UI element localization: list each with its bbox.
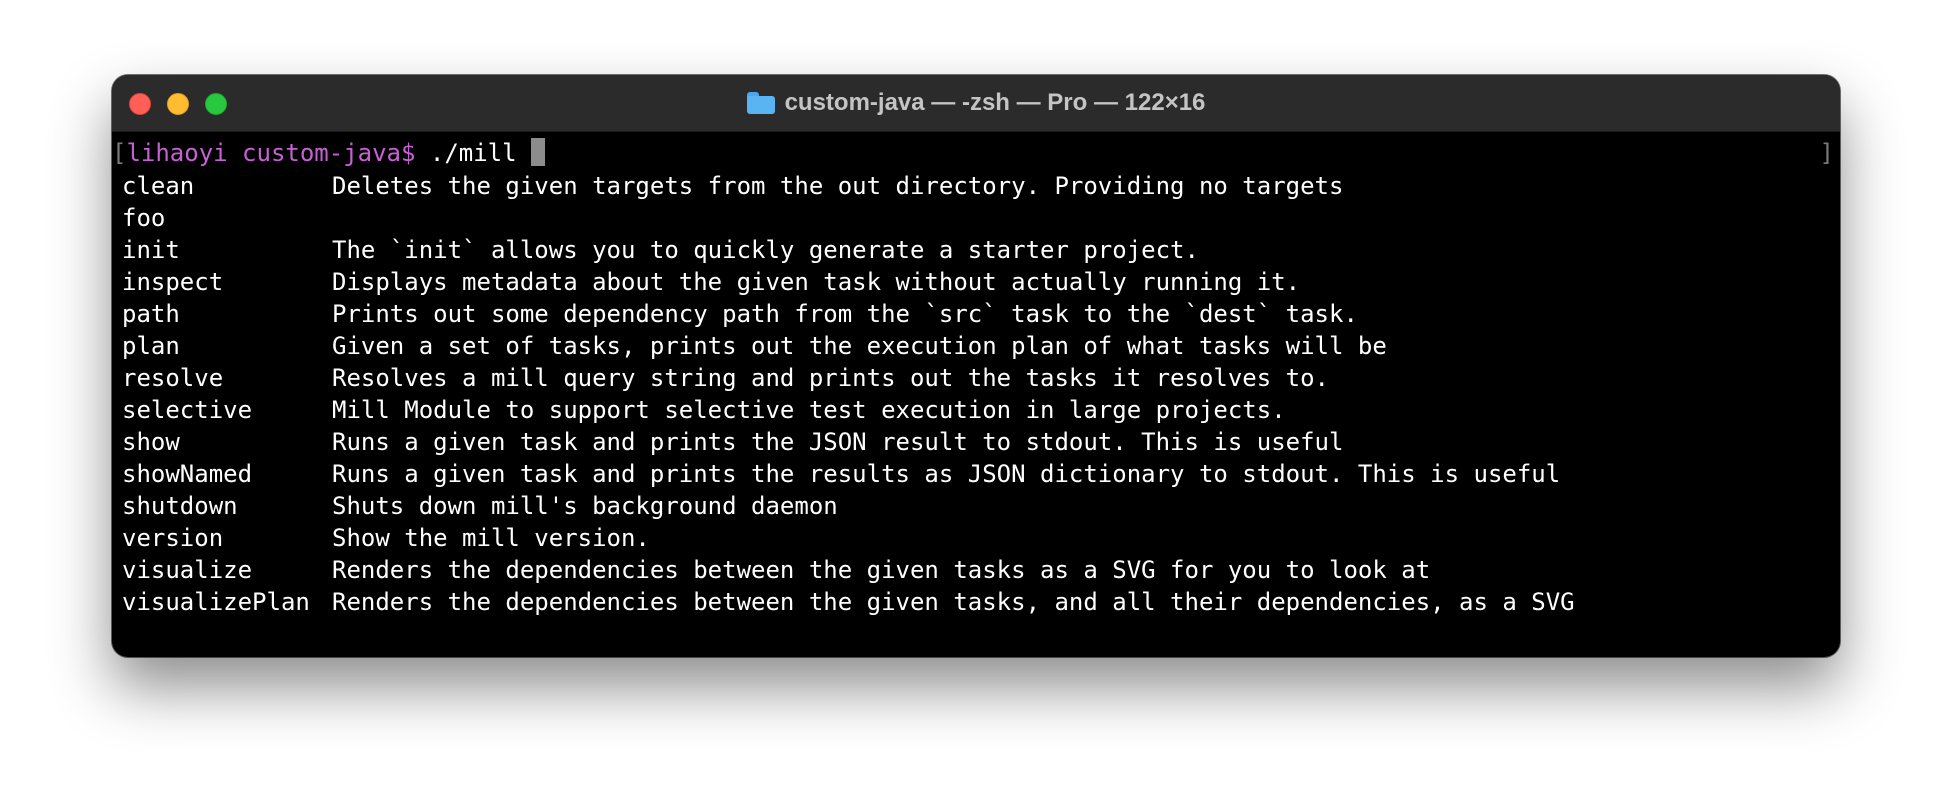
- window-title: custom-java — -zsh — Pro — 122×16: [784, 89, 1206, 116]
- completion-row: version Show the mill version.: [122, 522, 1575, 554]
- completion-command: resolve: [122, 364, 224, 392]
- completion-command: foo: [122, 204, 166, 232]
- completion-row: visualize Renders the dependencies betwee…: [122, 554, 1575, 586]
- completion-command: visualize: [122, 556, 253, 584]
- completion-command: selective: [122, 396, 253, 424]
- completion-row: showNamed Runs a given task and prints th…: [122, 458, 1575, 490]
- title-bar[interactable]: custom-java — -zsh — Pro — 122×16: [112, 75, 1840, 132]
- completion-description: Shuts down mill's background daemon: [332, 492, 838, 520]
- prompt-bracket-left: [: [112, 139, 127, 167]
- completion-row: plan Given a set of tasks, prints out the…: [122, 330, 1575, 362]
- typed-command: ./mill: [415, 139, 532, 167]
- completion-command: version: [122, 524, 224, 552]
- completion-description: Show the mill version.: [332, 524, 650, 552]
- completion-list: clean Deletes the given targets from the …: [122, 170, 1575, 618]
- completion-row: init The `init` allows you to quickly gen…: [122, 234, 1575, 266]
- folder-icon: [746, 92, 775, 114]
- text-cursor: [531, 138, 546, 166]
- completion-row: path Prints out some dependency path from…: [122, 298, 1575, 330]
- completion-command: path: [122, 300, 180, 328]
- completion-command: visualizePlan: [122, 588, 310, 616]
- completion-command: init: [122, 236, 180, 264]
- prompt-bracket-right: ]: [1819, 139, 1834, 167]
- completion-description: The `init` allows you to quickly generat…: [332, 236, 1199, 264]
- completion-description: Renders the dependencies between the giv…: [332, 588, 1575, 616]
- completion-description: Prints out some dependency path from the…: [332, 300, 1358, 328]
- completion-description: Displays metadata about the given task w…: [332, 268, 1301, 296]
- completion-description: Runs a given task and prints the JSON re…: [332, 428, 1344, 456]
- completion-description: Given a set of tasks, prints out the exe…: [332, 332, 1387, 360]
- completion-command: clean: [122, 172, 195, 200]
- completion-description: Resolves a mill query string and prints …: [332, 364, 1329, 392]
- completion-row: inspect Displays metadata about the given…: [122, 266, 1575, 298]
- completion-command: plan: [122, 332, 180, 360]
- completion-command: show: [122, 428, 180, 456]
- terminal-window: custom-java — -zsh — Pro — 122×16 [lihao…: [112, 75, 1840, 657]
- prompt-line: [lihaoyi custom-java$ ./mill: [112, 138, 546, 168]
- completion-description: Deletes the given targets from the out d…: [332, 172, 1344, 200]
- completion-row: visualizePlan Renders the dependencies be…: [122, 586, 1575, 618]
- completion-row: shutdown Shuts down mill's background dae…: [122, 490, 1575, 522]
- completion-row: clean Deletes the given targets from the …: [122, 170, 1575, 202]
- completion-command: inspect: [122, 268, 224, 296]
- completion-description: Mill Module to support selective test ex…: [332, 396, 1286, 424]
- completion-command: showNamed: [122, 460, 253, 488]
- completion-description: Renders the dependencies between the giv…: [332, 556, 1431, 584]
- terminal-output[interactable]: [lihaoyi custom-java$ ./mill ] clean Dele…: [112, 132, 1840, 657]
- completion-row: foo: [122, 202, 1575, 234]
- completion-description: Runs a given task and prints the results…: [332, 460, 1561, 488]
- completion-row: resolve Resolves a mill query string and …: [122, 362, 1575, 394]
- completion-row: selective Mill Module to support selectiv…: [122, 394, 1575, 426]
- completion-row: show Runs a given task and prints the JSO…: [122, 426, 1575, 458]
- shell-prompt: lihaoyi custom-java$: [126, 139, 416, 167]
- completion-command: shutdown: [122, 492, 238, 520]
- window-title-area: custom-java — -zsh — Pro — 122×16: [112, 75, 1840, 131]
